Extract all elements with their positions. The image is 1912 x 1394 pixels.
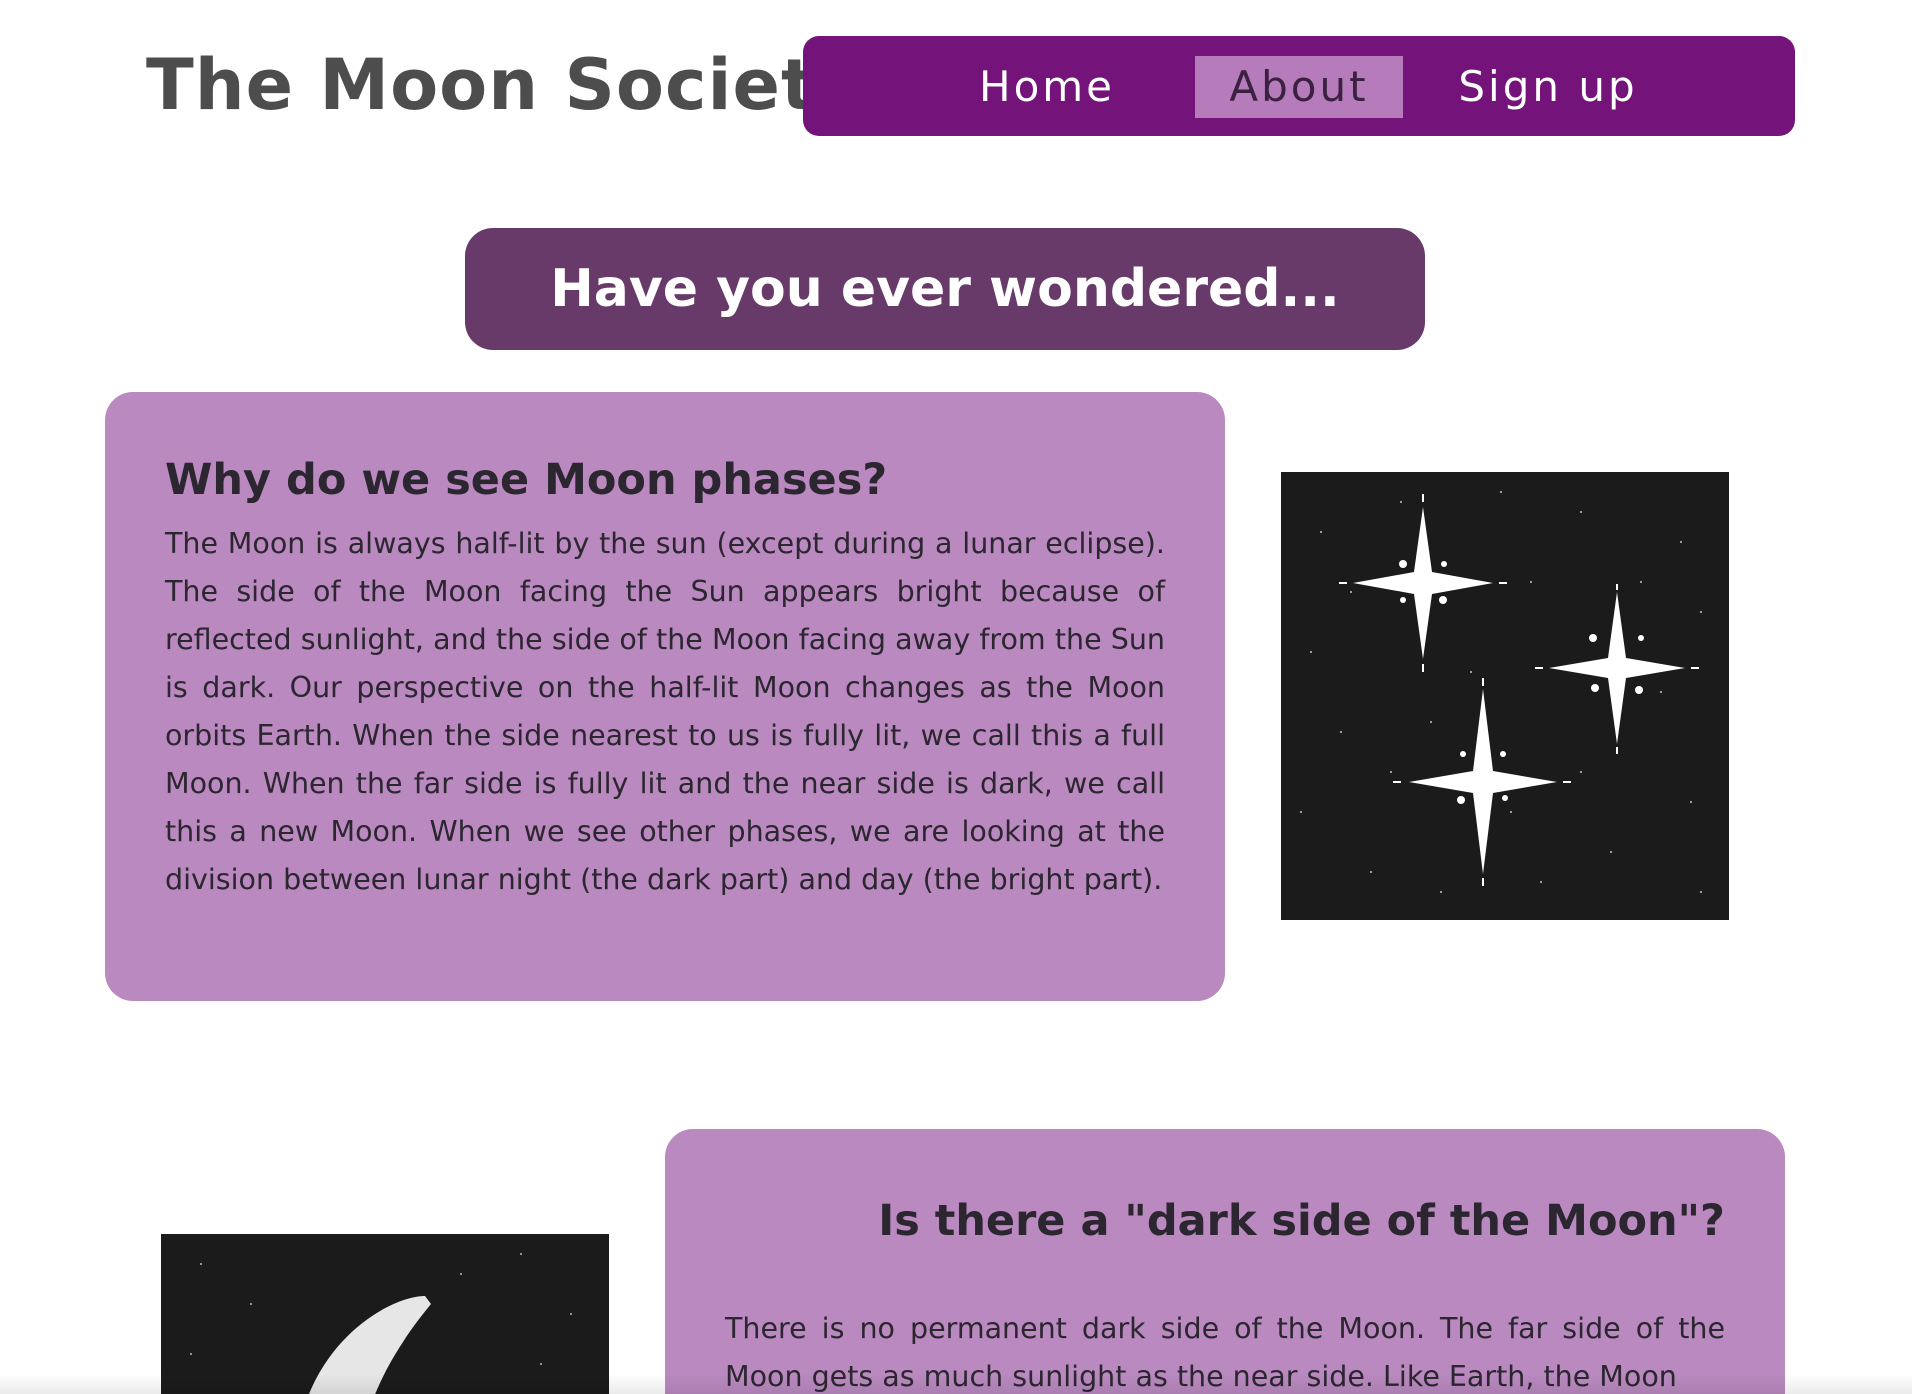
moon-phases-heading: Why do we see Moon phases?: [165, 455, 888, 505]
nav-link-sign-up[interactable]: Sign up: [1443, 56, 1653, 118]
crescent-moon-image: [161, 1234, 609, 1394]
main-navigation: Home About Sign up: [803, 36, 1795, 136]
dark-side-heading: Is there a "dark side of the Moon"?: [878, 1196, 1725, 1246]
hero-title: Have you ever wondered...: [550, 259, 1340, 319]
dark-side-text: There is no permanent dark side of the M…: [725, 1312, 1725, 1393]
site-title: The Moon Society: [146, 44, 863, 126]
stars-image: [1281, 472, 1729, 920]
dark-side-card: Is there a "dark side of the Moon"? Ther…: [665, 1129, 1785, 1394]
nav-link-about[interactable]: About: [1195, 56, 1403, 118]
moon-phases-card: Why do we see Moon phases? The Moon is a…: [105, 392, 1225, 1001]
moon-phases-text: The Moon is always half-lit by the sun (…: [165, 527, 1165, 896]
crescent-moon-icon: [190, 1253, 572, 1394]
sparkling-stars-icon: [1300, 491, 1702, 893]
nav-link-home[interactable]: Home: [973, 56, 1121, 118]
hero-banner: Have you ever wondered...: [465, 228, 1425, 350]
